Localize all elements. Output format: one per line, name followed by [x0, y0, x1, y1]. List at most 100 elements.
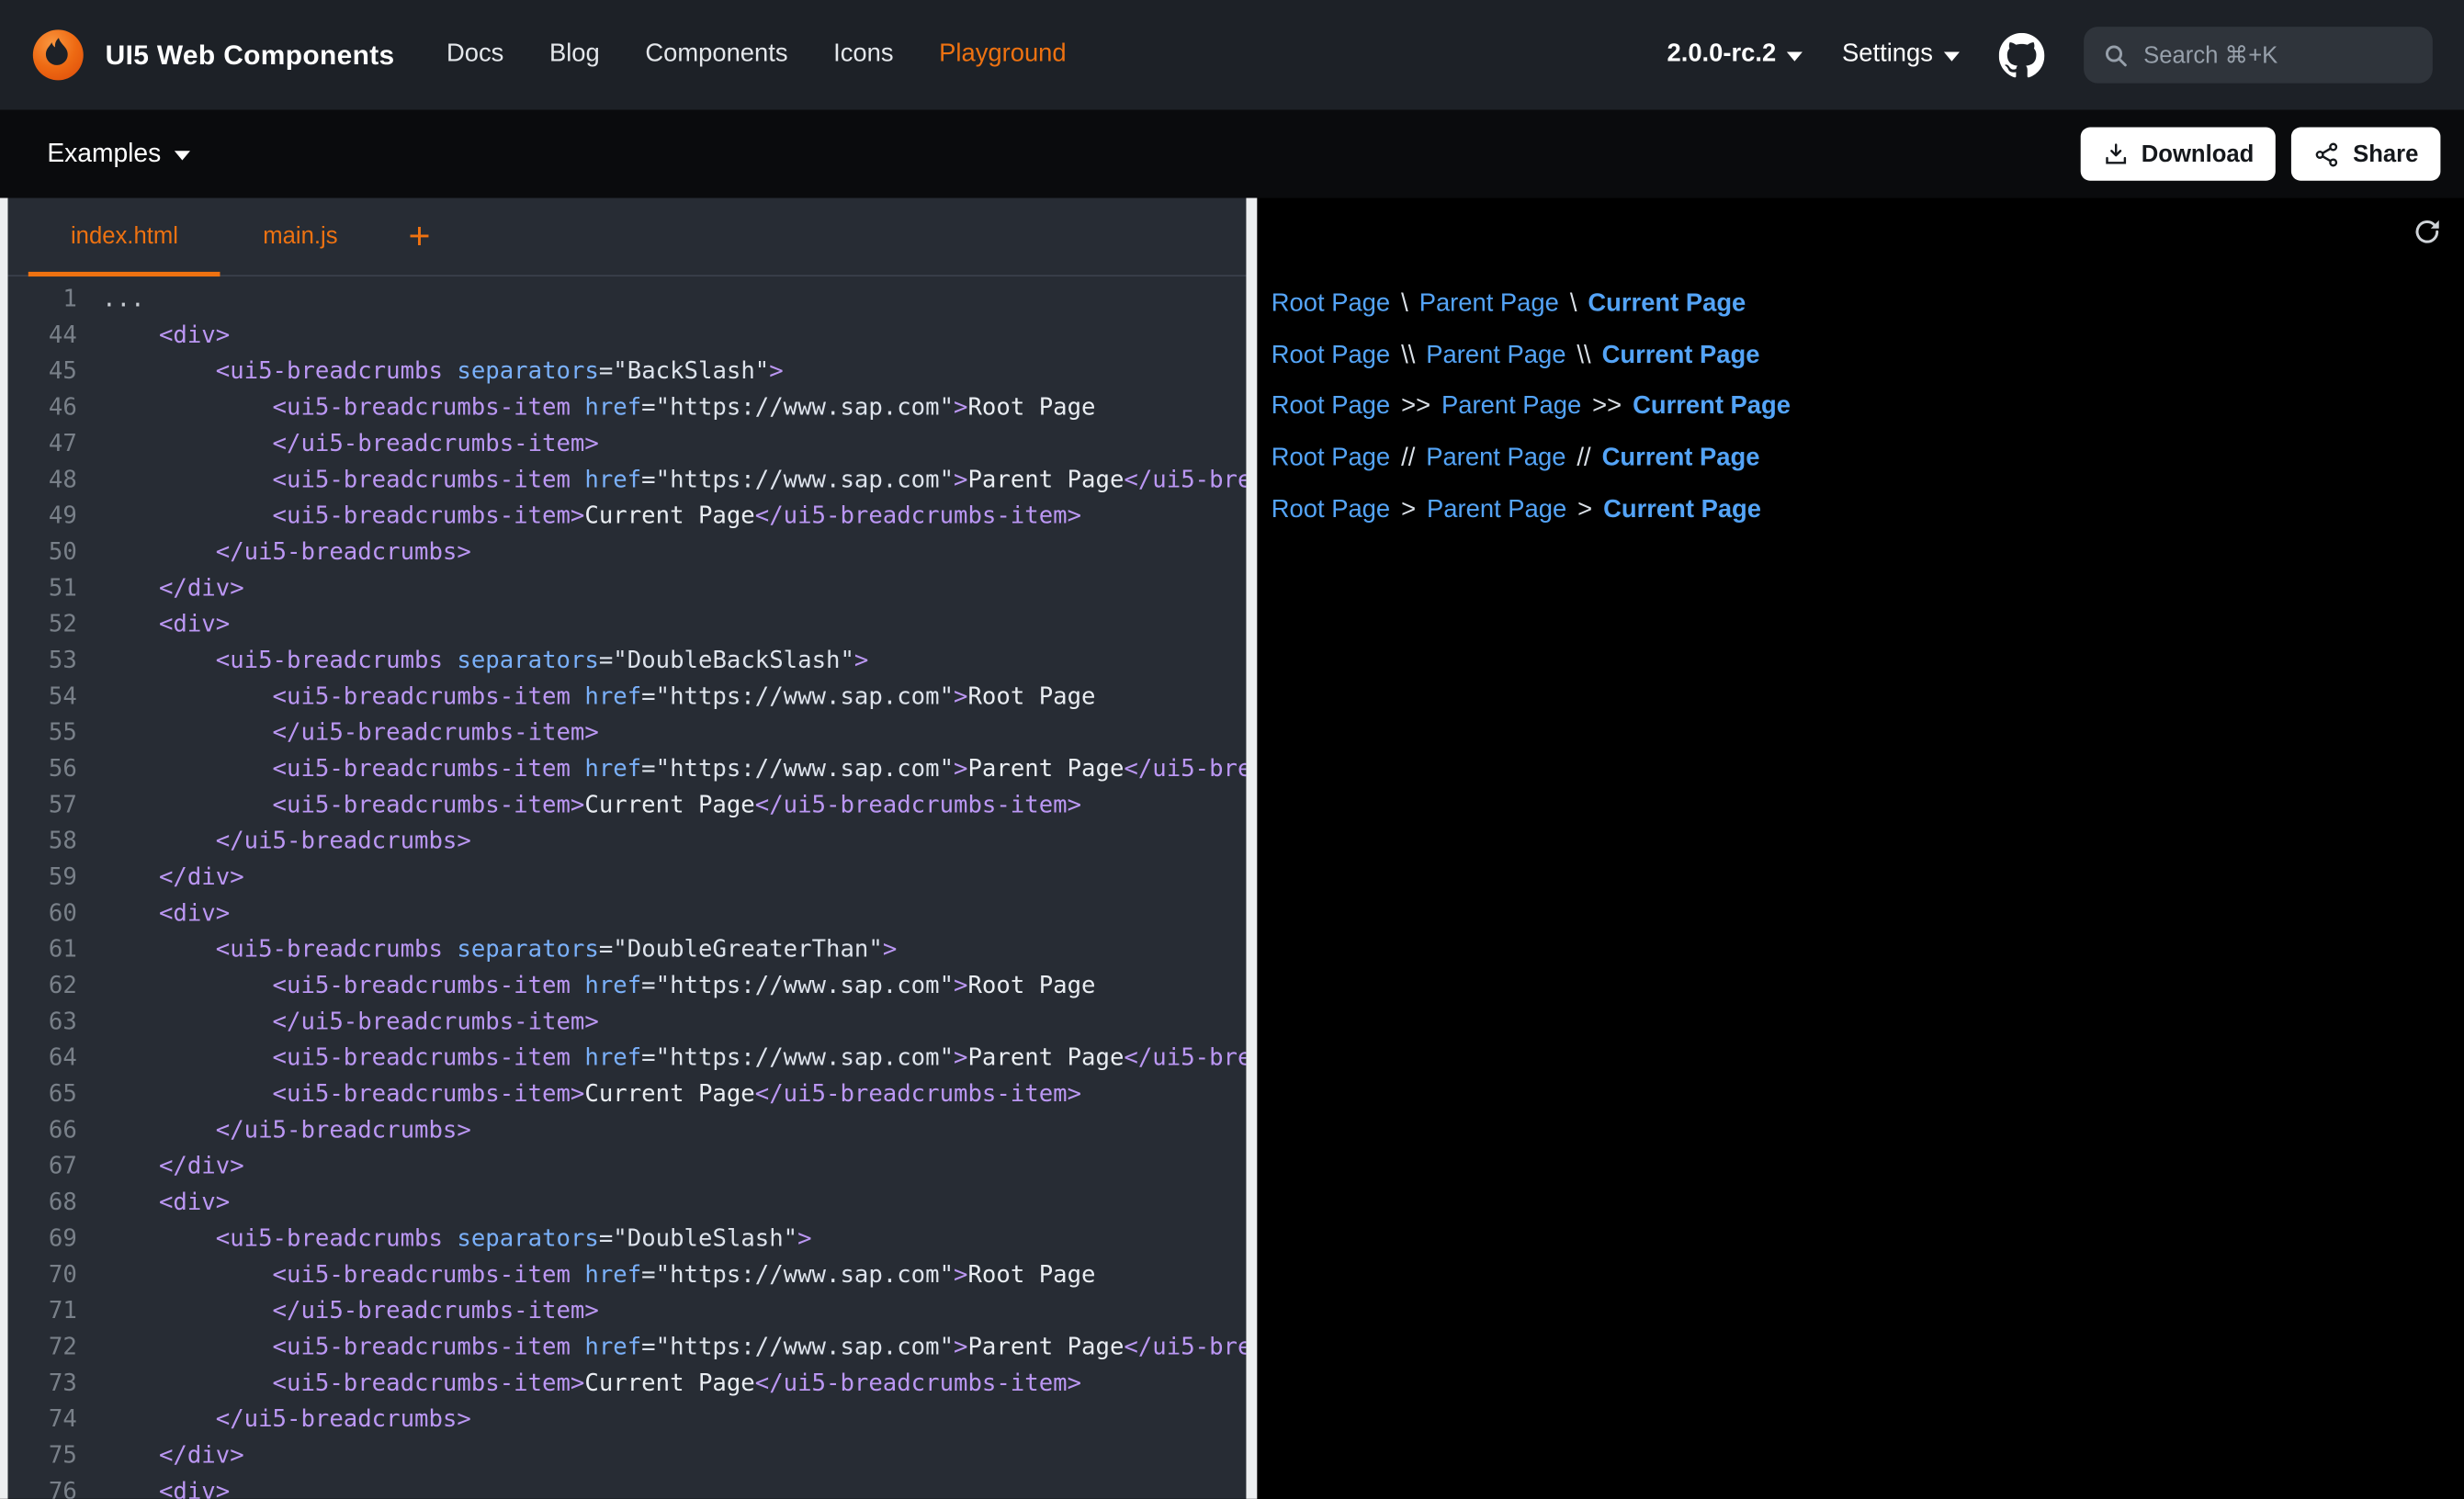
breadcrumb-separator: \\ [1401, 343, 1415, 371]
line-number: 59 [8, 860, 77, 896]
breadcrumb-current[interactable]: Current Page [1633, 393, 1791, 422]
breadcrumb-current[interactable]: Current Page [1602, 445, 1760, 473]
breadcrumb: Root Page\Parent Page\Current Page [1272, 279, 2464, 331]
breadcrumb: Root Page>Parent Page>Current Page [1272, 484, 2464, 535]
nav-link-blog[interactable]: Blog [549, 40, 600, 69]
line-number: 61 [8, 931, 77, 967]
line-number: 76 [8, 1473, 77, 1498]
code-line: 76 <div> [8, 1473, 1247, 1498]
breadcrumb-link[interactable]: Parent Page [1427, 496, 1566, 524]
code-text: </ui5-breadcrumbs> [102, 1402, 471, 1437]
code-text: <ui5-breadcrumbs separators="DoubleGreat… [102, 931, 897, 967]
breadcrumb-link[interactable]: Root Page [1272, 291, 1390, 320]
download-button[interactable]: Download [2080, 128, 2276, 181]
breadcrumb-current[interactable]: Current Page [1588, 291, 1746, 320]
code-line: 71 </ui5-breadcrumbs-item> [8, 1293, 1247, 1329]
code-text: <div> [102, 1473, 230, 1498]
line-number: 48 [8, 462, 77, 498]
navbar-right: 2.0.0-rc.2 Settings [1667, 27, 2432, 84]
breadcrumb-separator: >> [1401, 393, 1430, 422]
preview-pane: Root Page\Parent Page\Current PageRoot P… [1257, 198, 2464, 1499]
code-text: <ui5-breadcrumbs separators="BackSlash"> [102, 354, 784, 389]
nav-link-docs[interactable]: Docs [446, 40, 503, 69]
ui5-logo-icon[interactable] [31, 28, 85, 82]
line-number: 73 [8, 1365, 77, 1401]
breadcrumb-current[interactable]: Current Page [1602, 343, 1760, 371]
download-label: Download [2142, 141, 2255, 167]
search-icon [2103, 41, 2130, 68]
examples-label: Examples [47, 139, 161, 168]
line-number: 52 [8, 606, 77, 642]
line-number: 65 [8, 1076, 77, 1112]
breadcrumb-separator: // [1577, 445, 1590, 473]
line-number: 67 [8, 1148, 77, 1184]
code-text: <ui5-breadcrumbs-item href="https://www.… [102, 968, 1095, 1004]
brand-title[interactable]: UI5 Web Components [106, 39, 395, 72]
line-number: 62 [8, 968, 77, 1004]
version-dropdown[interactable]: 2.0.0-rc.2 [1667, 40, 1803, 69]
code-line: 69 <ui5-breadcrumbs separators="DoubleSl… [8, 1221, 1247, 1257]
code-text: <ui5-breadcrumbs-item href="https://www.… [102, 751, 1246, 787]
breadcrumb-link[interactable]: Root Page [1272, 445, 1390, 473]
breadcrumb-link[interactable]: Parent Page [1441, 393, 1581, 422]
breadcrumb: Root Page\\Parent Page\\Current Page [1272, 331, 2464, 382]
version-label: 2.0.0-rc.2 [1667, 40, 1776, 69]
code-line: 72 <ui5-breadcrumbs-item href="https://w… [8, 1329, 1247, 1365]
top-navbar: UI5 Web Components Docs Blog Components … [0, 0, 2464, 110]
nav-link-icons[interactable]: Icons [833, 40, 893, 69]
code-line: 47 </ui5-breadcrumbs-item> [8, 426, 1247, 462]
examples-dropdown[interactable]: Examples [47, 139, 190, 168]
line-number: 49 [8, 498, 77, 534]
splitter-handle[interactable] [1246, 198, 1257, 1499]
code-line: 62 <ui5-breadcrumbs-item href="https://w… [8, 968, 1247, 1004]
breadcrumb-link[interactable]: Root Page [1272, 343, 1390, 371]
code-line: 58 </ui5-breadcrumbs> [8, 823, 1247, 859]
code-line: 48 <ui5-breadcrumbs-item href="https://w… [8, 462, 1247, 498]
main-nav: Docs Blog Components Icons Playground [446, 40, 1067, 69]
breadcrumb-separator: // [1401, 445, 1415, 473]
code-line: 1... [8, 281, 1247, 317]
code-text: ... [102, 281, 144, 317]
settings-label: Settings [1842, 40, 1933, 69]
search-box[interactable] [2084, 27, 2433, 84]
line-number: 44 [8, 318, 77, 354]
github-icon[interactable] [1999, 32, 2045, 78]
breadcrumb-link[interactable]: Root Page [1272, 393, 1390, 422]
share-label: Share [2353, 141, 2418, 167]
code-line: 60 <div> [8, 896, 1247, 931]
search-input[interactable] [2143, 41, 2413, 68]
refresh-icon[interactable] [2413, 216, 2442, 245]
settings-dropdown[interactable]: Settings [1842, 40, 1960, 69]
code-line: 68 <div> [8, 1185, 1247, 1221]
share-button[interactable]: Share [2291, 128, 2440, 181]
line-number: 72 [8, 1329, 77, 1365]
code-line: 61 <ui5-breadcrumbs separators="DoubleGr… [8, 931, 1247, 967]
code-line: 59 </div> [8, 860, 1247, 896]
code-line: 73 <ui5-breadcrumbs-item>Current Page</u… [8, 1365, 1247, 1401]
code-line: 74 </ui5-breadcrumbs> [8, 1402, 1247, 1437]
left-resize-handle[interactable] [0, 198, 8, 1499]
line-number: 57 [8, 787, 77, 823]
code-line: 44 <div> [8, 318, 1247, 354]
tab-main-js[interactable]: main.js [220, 198, 380, 276]
breadcrumb-link[interactable]: Parent Page [1426, 343, 1565, 371]
tab-index-html[interactable]: index.html [28, 198, 220, 276]
chevron-down-icon [175, 151, 191, 160]
breadcrumb-current[interactable]: Current Page [1603, 496, 1761, 524]
code-line: 52 <div> [8, 606, 1247, 642]
code-text: </div> [102, 570, 243, 606]
breadcrumb-link[interactable]: Parent Page [1426, 445, 1565, 473]
nav-link-components[interactable]: Components [645, 40, 787, 69]
line-number: 50 [8, 535, 77, 570]
add-tab-button[interactable]: + [380, 198, 459, 276]
code-lines[interactable]: 1...44 <div>45 <ui5-breadcrumbs separato… [8, 276, 1247, 1499]
line-number: 51 [8, 570, 77, 606]
nav-link-playground[interactable]: Playground [939, 40, 1066, 69]
code-line: 45 <ui5-breadcrumbs separators="BackSlas… [8, 354, 1247, 389]
chevron-down-icon [1944, 51, 1960, 61]
breadcrumb-link[interactable]: Parent Page [1419, 291, 1559, 320]
breadcrumb-link[interactable]: Root Page [1272, 496, 1390, 524]
code-text: <ui5-breadcrumbs-item href="https://www.… [102, 389, 1095, 425]
line-number: 71 [8, 1293, 77, 1329]
line-number: 58 [8, 823, 77, 859]
